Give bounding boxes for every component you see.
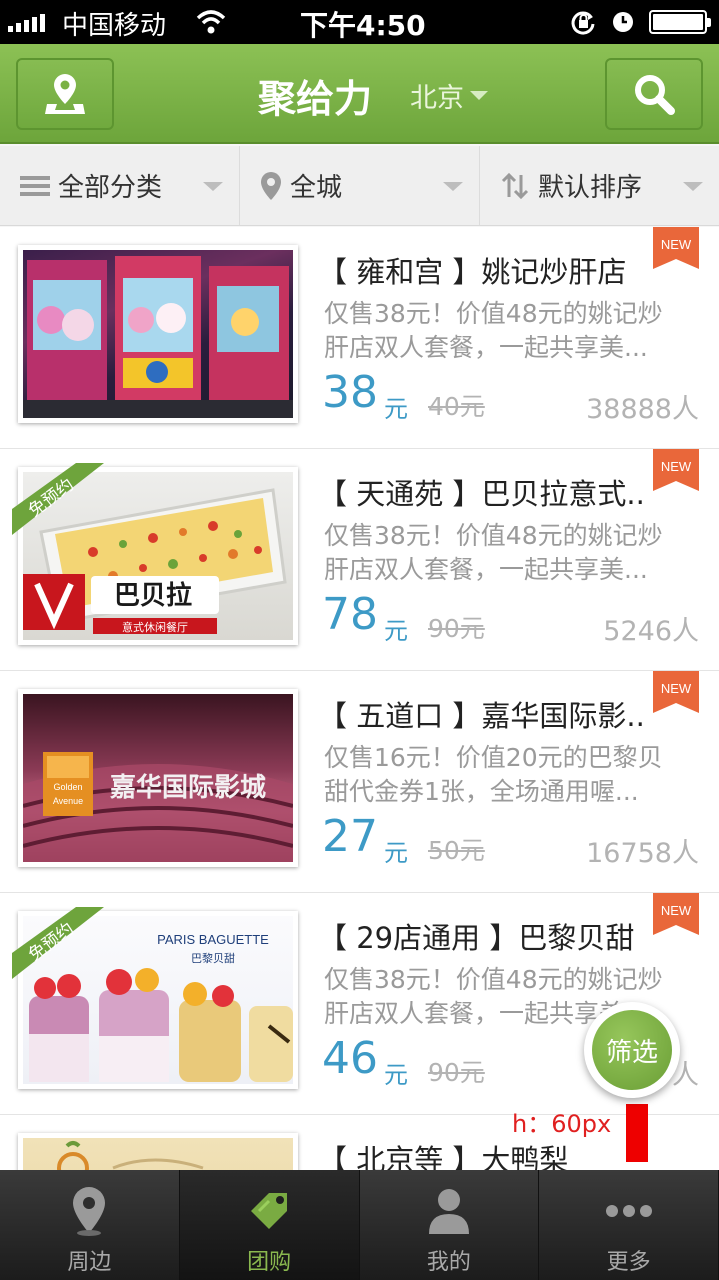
menu-icon: [20, 175, 50, 196]
deal-price: 38: [322, 367, 378, 418]
original-price: 40元: [428, 392, 485, 421]
ribbon-no-reservation: 免预约: [12, 907, 104, 979]
deal-title: 【 北京等 】大鸭梨: [318, 1143, 569, 1170]
deal-image: Golden Avenue 嘉华国际影城: [18, 689, 298, 867]
sold-count: 38888人: [586, 394, 699, 425]
tab-more-label: 更多: [606, 1250, 651, 1275]
height-annotation: h：60px: [512, 1110, 612, 1138]
deal-price: 46: [322, 1033, 378, 1084]
chevron-down-icon: [470, 91, 488, 100]
svg-text:巴贝拉: 巴贝拉: [114, 580, 192, 611]
original-price: 50元: [428, 836, 485, 865]
signal-icon: [8, 12, 45, 32]
status-bar: 中国移动 下午4:50: [0, 0, 719, 44]
deal-title: 【 29店通用 】巴黎贝甜: [318, 921, 635, 955]
new-badge: NEW: [653, 449, 699, 491]
battery-icon: [649, 10, 711, 34]
svg-text:PARIS BAGUETTE: PARIS BAGUETTE: [157, 932, 269, 947]
svg-text:NEW: NEW: [661, 459, 692, 474]
tab-group-buy[interactable]: 团购: [179, 1170, 360, 1280]
deal-description: 仅售38元！价值48元的姚记炒 肝店双人套餐，一起共享美...: [324, 299, 663, 362]
carrier-name: 中国移动: [62, 11, 167, 41]
deal-title: 【 天通苑 】巴贝拉意式..: [318, 477, 645, 511]
more-dots-icon: [605, 1205, 652, 1217]
alarm-clock-icon: [613, 12, 633, 32]
tab-nearby-label: 周边: [67, 1250, 112, 1275]
user-icon: [428, 1189, 469, 1234]
cinema-hall-photo: Golden Avenue 嘉华国际影城: [23, 752, 293, 862]
deal-image: [18, 1133, 298, 1170]
deal-price: 78: [322, 589, 378, 640]
sold-count: 5246人: [603, 616, 699, 647]
chevron-down-icon: [443, 182, 463, 191]
filter-fab-button[interactable]: 筛选: [584, 1002, 680, 1098]
restaurant-logo-photo: [57, 1141, 204, 1170]
svg-text:NEW: NEW: [661, 237, 692, 252]
app-header: 聚给力 北京: [0, 44, 719, 144]
deal-description: 仅售38元！价值48元的姚记炒 肝店双人套餐，一起共享美...: [324, 521, 663, 584]
city-label: 北京: [410, 83, 464, 114]
tab-mine-label: 我的: [426, 1250, 471, 1275]
deal-description: 仅售16元！价值20元的巴黎贝 甜代金券1张，全场通用喔...: [324, 743, 663, 806]
chevron-down-icon: [683, 182, 703, 191]
new-badge: NEW: [653, 227, 699, 269]
deal-item[interactable]: Golden Avenue 嘉华国际影城 【 五道口 】嘉华国际影.. 仅售16…: [0, 671, 719, 893]
svg-text:Avenue: Avenue: [53, 796, 83, 806]
filter-bar: 全部分类 全城 默认排序: [0, 146, 719, 226]
tab-group-buy-label: 团购: [247, 1250, 292, 1275]
filter-area-label: 全城: [290, 173, 343, 203]
bottom-tab-bar: 周边 团购 我的 更多: [0, 1170, 719, 1280]
filter-category[interactable]: 全部分类: [0, 146, 240, 225]
svg-text:巴黎贝甜: 巴黎贝甜: [191, 951, 235, 965]
deal-price: 27: [322, 811, 378, 862]
tab-nearby[interactable]: 周边: [0, 1170, 180, 1280]
price-unit: 元: [384, 1061, 408, 1089]
new-badge: NEW: [653, 893, 699, 935]
price-unit: 元: [384, 839, 408, 867]
svg-text:NEW: NEW: [661, 681, 692, 696]
svg-text:意式休闲餐厅: 意式休闲餐厅: [122, 620, 188, 634]
chevron-down-icon: [203, 182, 223, 191]
rotation-lock-icon: [571, 11, 595, 35]
height-annotation-bar: [626, 1104, 648, 1162]
filter-category-label: 全部分类: [58, 173, 163, 203]
original-price: 90元: [428, 1058, 485, 1087]
location-icon: [73, 1187, 106, 1236]
filter-sort-label: 默认排序: [538, 173, 643, 203]
new-badge: NEW: [653, 671, 699, 713]
tag-icon: [251, 1193, 288, 1229]
filter-sort[interactable]: 默认排序: [480, 146, 719, 225]
search-button[interactable]: [605, 58, 703, 130]
app-title: 聚给力: [258, 77, 373, 121]
deal-item[interactable]: 【 雍和宫 】姚记炒肝店 仅售38元！价值48元的姚记炒 肝店双人套餐，一起共享…: [0, 227, 719, 449]
search-icon: [635, 75, 675, 115]
tab-more[interactable]: 更多: [539, 1170, 719, 1280]
price-unit: 元: [384, 617, 408, 645]
clock: 下午4:50: [300, 9, 426, 42]
svg-text:嘉华国际影城: 嘉华国际影城: [110, 772, 266, 803]
tab-mine[interactable]: 我的: [360, 1170, 540, 1280]
svg-text:Golden: Golden: [53, 782, 82, 792]
sort-arrows-icon: [501, 172, 529, 199]
wifi-icon: [196, 10, 226, 34]
original-price: 90元: [428, 614, 485, 643]
deal-title: 【 五道口 】嘉华国际影..: [318, 699, 645, 733]
deal-item[interactable]: 巴贝拉 意式休闲餐厅 免预约 【 天通苑 】巴贝拉意式.. 仅售38元！价值48…: [0, 449, 719, 671]
filter-fab-label: 筛选: [592, 1010, 672, 1090]
deal-image: [18, 245, 298, 423]
ribbon-no-reservation: 免预约: [12, 463, 104, 535]
map-button[interactable]: [16, 58, 114, 130]
price-unit: 元: [384, 395, 408, 423]
arcade-claw-machines-photo: [23, 256, 293, 418]
city-selector[interactable]: 北京: [410, 76, 488, 115]
sold-count: 16758人: [586, 838, 699, 869]
filter-area[interactable]: 全城: [240, 146, 480, 225]
location-pin-icon: [261, 171, 281, 200]
map-pin-icon: [45, 74, 85, 114]
svg-text:NEW: NEW: [661, 903, 692, 918]
deal-title: 【 雍和宫 】姚记炒肝店: [318, 255, 627, 289]
